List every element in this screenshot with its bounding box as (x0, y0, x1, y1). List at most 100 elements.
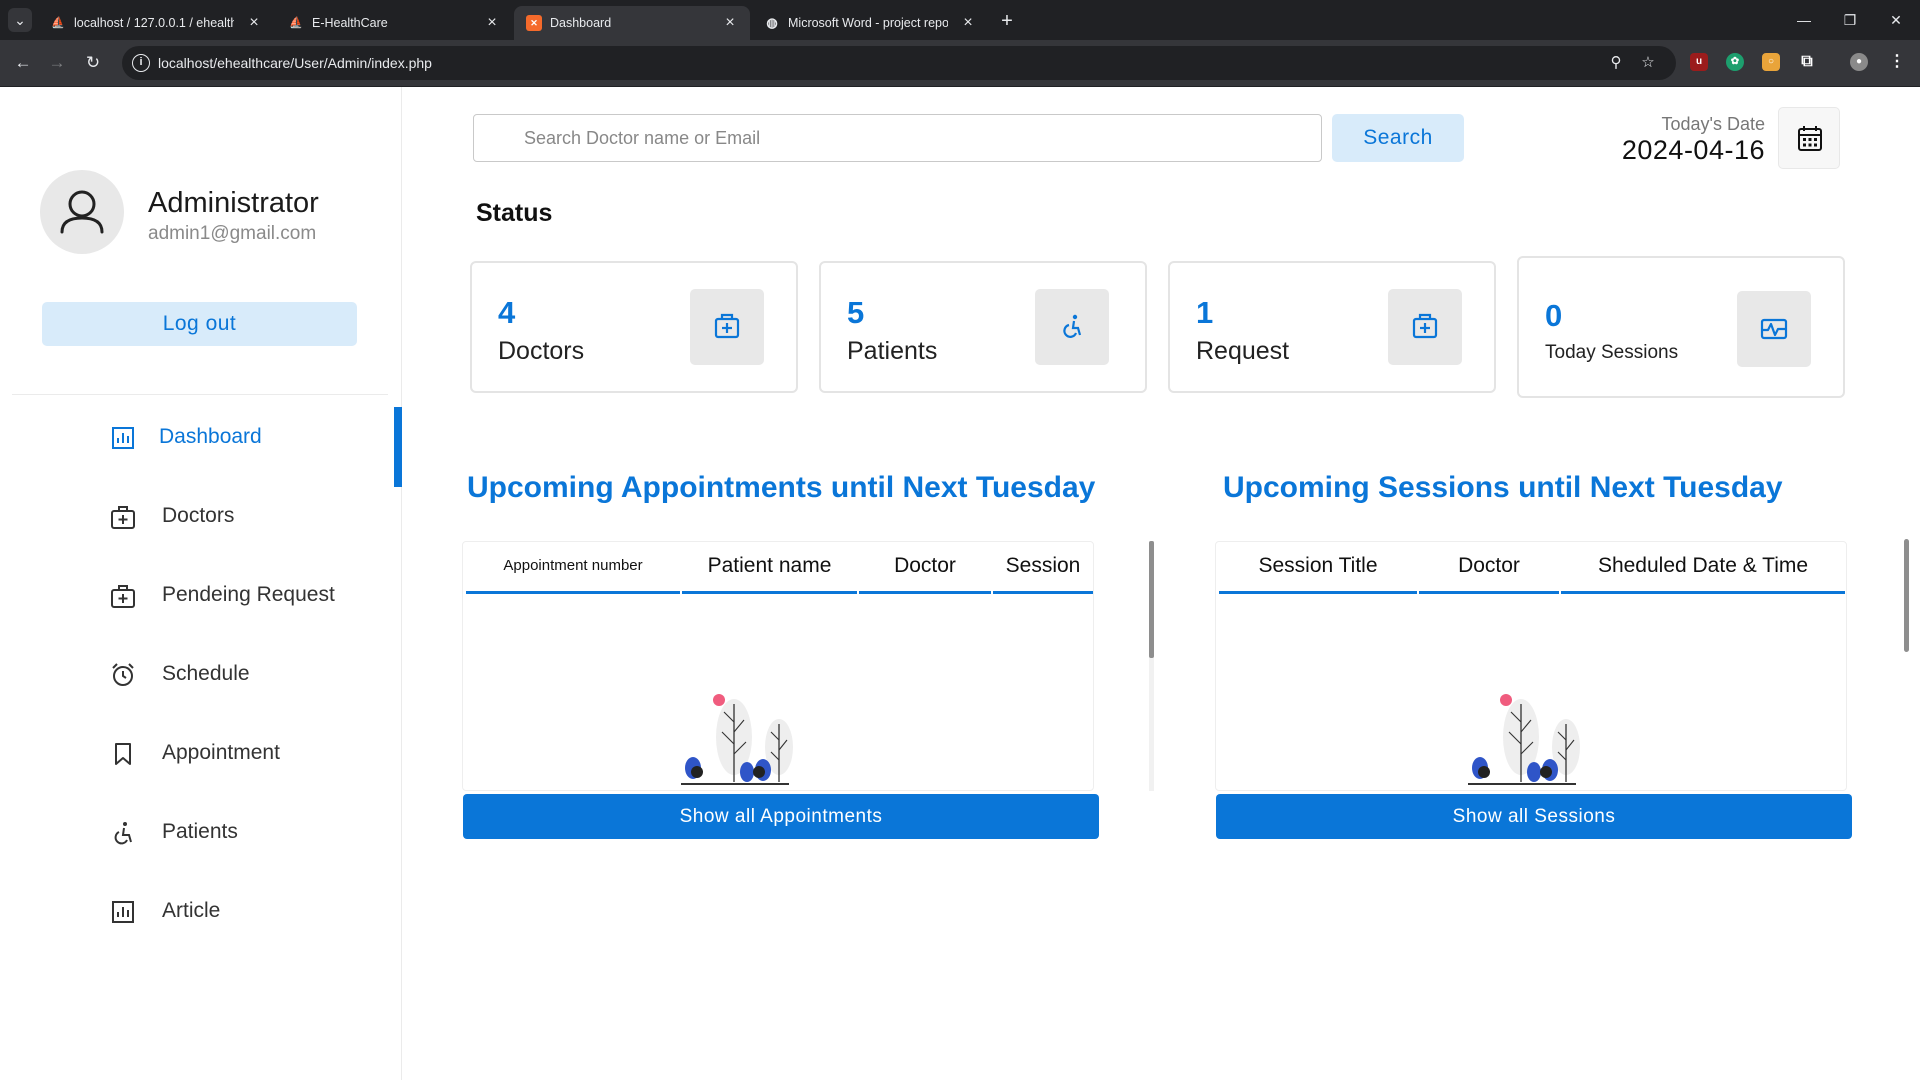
sidebar-item-appointment[interactable]: Appointment (0, 723, 402, 783)
calendar-button[interactable] (1778, 107, 1840, 169)
main-content: Search Today's Date 2024-04-16 Status 4 … (403, 87, 1920, 1080)
tab-title: localhost / 127.0.0.1 / ehealthcare (74, 16, 234, 30)
bookmark-icon (115, 743, 131, 765)
sidebar-item-pending-request[interactable]: Pendeing Request (0, 565, 402, 625)
empty-state-illustration-icon (1468, 694, 1580, 785)
sessions-title: Upcoming Sessions until Next Tuesday (1223, 471, 1783, 504)
page-scrollbar[interactable] (1902, 87, 1910, 1080)
tab-title: Microsoft Word - project report (788, 16, 948, 30)
avatar (40, 170, 124, 254)
status-card-icon-box (1388, 289, 1462, 365)
sidebar-item-label: Schedule (162, 662, 250, 685)
close-tab-icon[interactable]: × (482, 13, 502, 33)
user-icon (60, 190, 104, 234)
medical-case-icon (714, 313, 740, 339)
phpmyadmin-favicon-icon: ⛵ (51, 17, 65, 29)
column-header: Session Title (1219, 542, 1417, 594)
status-card-number: 0 (1545, 298, 1563, 333)
ublock-extension-icon[interactable]: u (1690, 53, 1708, 71)
tab-search-dropdown-icon[interactable]: ⌄ (8, 8, 32, 32)
medical-case-icon (1412, 313, 1438, 339)
search-input[interactable] (473, 114, 1322, 162)
forward-icon[interactable]: → (44, 50, 70, 76)
pulse-icon (1760, 318, 1788, 340)
browser-toolbar: ← → ↻ i localhost/ehealthcare/User/Admin… (0, 40, 1920, 87)
close-window-icon[interactable]: ✕ (1876, 6, 1916, 34)
sidebar-item-label: Pendeing Request (162, 583, 335, 606)
chatgpt-extension-icon[interactable]: ✿ (1726, 53, 1744, 71)
scrollbar-thumb[interactable] (1904, 539, 1909, 652)
ehealthcare-favicon-icon: ⛵ (289, 17, 303, 29)
status-card-request: 1 Request (1168, 261, 1496, 393)
chart-icon (112, 901, 134, 923)
profile-avatar-icon[interactable]: ● (1850, 53, 1868, 71)
logout-button[interactable]: Log out (42, 302, 357, 346)
appointments-title: Upcoming Appointments until Next Tuesday (467, 471, 1096, 504)
zoom-icon[interactable]: ⚲ (1606, 54, 1626, 72)
search-button[interactable]: Search (1332, 114, 1464, 162)
show-all-appointments-button[interactable]: Show all Appointments (463, 794, 1099, 839)
column-header: Session (993, 542, 1093, 594)
scrollbar-thumb[interactable] (1149, 541, 1154, 658)
tab-phpmyadmin[interactable]: ⛵ localhost / 127.0.0.1 / ehealthcare × (38, 6, 274, 40)
alarm-clock-icon (112, 663, 134, 686)
minimize-icon[interactable]: — (1784, 6, 1824, 34)
tab-title: E-HealthCare (312, 16, 388, 30)
appointments-scrollbar[interactable] (1149, 541, 1154, 791)
extensions-puzzle-icon[interactable]: ⧉ (1798, 53, 1816, 71)
medical-case-icon (111, 585, 135, 608)
bookmark-star-icon[interactable]: ☆ (1638, 54, 1658, 72)
xampp-favicon-icon: ✕ (526, 15, 542, 31)
status-card-label: Doctors (498, 337, 585, 365)
address-bar[interactable]: i localhost/ehealthcare/User/Admin/index… (122, 46, 1676, 80)
sidebar-item-label: Doctors (162, 504, 235, 527)
sidebar-item-article[interactable]: Article (0, 881, 402, 941)
column-header: Doctor (1419, 542, 1559, 594)
sidebar-item-patients[interactable]: Patients (0, 802, 402, 862)
sidebar-item-doctors[interactable]: Doctors (0, 486, 402, 546)
appointments-table: Appointment number Patient name Doctor S… (462, 541, 1094, 791)
site-info-icon[interactable]: i (132, 54, 150, 72)
calendar-icon (1798, 126, 1822, 151)
status-card-icon-box (690, 289, 764, 365)
restore-icon[interactable]: ❐ (1830, 6, 1870, 34)
status-card-doctors: 4 Doctors (470, 261, 798, 393)
column-header: Doctor (859, 542, 991, 594)
back-icon[interactable]: ← (10, 50, 36, 76)
status-card-number: 1 (1196, 295, 1214, 330)
column-header: Appointment number (466, 542, 680, 594)
sidebar-item-dashboard[interactable]: Dashboard (0, 407, 402, 487)
status-card-patients: 5 Patients (819, 261, 1147, 393)
tab-dashboard[interactable]: ✕ Dashboard × (514, 6, 750, 40)
tab-ehealthcare[interactable]: ⛵ E-HealthCare × (276, 6, 512, 40)
globe-favicon-icon: ◍ (766, 15, 778, 30)
today-date-label: Today's Date (1661, 114, 1766, 134)
url-text: localhost/ehealthcare/User/Admin/index.p… (158, 55, 432, 71)
show-all-sessions-button[interactable]: Show all Sessions (1216, 794, 1852, 839)
status-card-number: 4 (498, 295, 516, 330)
browser-menu-icon[interactable]: ⋮ (1888, 53, 1906, 71)
column-header: Sheduled Date & Time (1561, 542, 1845, 594)
new-tab-icon[interactable]: + (994, 8, 1020, 34)
tab-word-report[interactable]: ◍ Microsoft Word - project report × (752, 6, 988, 40)
close-tab-icon[interactable]: × (244, 13, 264, 33)
sidebar-divider (12, 394, 388, 395)
empty-state-illustration-icon (681, 694, 793, 785)
status-card-today-sessions: 0 Today Sessions (1517, 256, 1845, 398)
column-header: Patient name (682, 542, 857, 594)
page: Administrator admin1@gmail.com Log out D… (0, 87, 1920, 1080)
sidebar-item-label: Patients (162, 820, 238, 843)
dashboard-icon (112, 427, 134, 449)
close-tab-icon[interactable]: × (720, 13, 740, 33)
user-name: Administrator (148, 187, 319, 219)
status-card-label: Patients (847, 337, 938, 365)
sidebar-item-schedule[interactable]: Schedule (0, 644, 402, 704)
close-tab-icon[interactable]: × (958, 13, 978, 33)
extension-icon[interactable]: ○ (1762, 53, 1780, 71)
reload-icon[interactable]: ↻ (80, 50, 106, 76)
tab-title: Dashboard (550, 16, 612, 30)
medical-case-icon (111, 506, 135, 529)
sessions-table: Session Title Doctor Sheduled Date & Tim… (1215, 541, 1847, 791)
status-card-icon-box (1737, 291, 1811, 367)
browser-tab-bar: ⌄ ⛵ localhost / 127.0.0.1 / ehealthcare … (0, 0, 1920, 40)
